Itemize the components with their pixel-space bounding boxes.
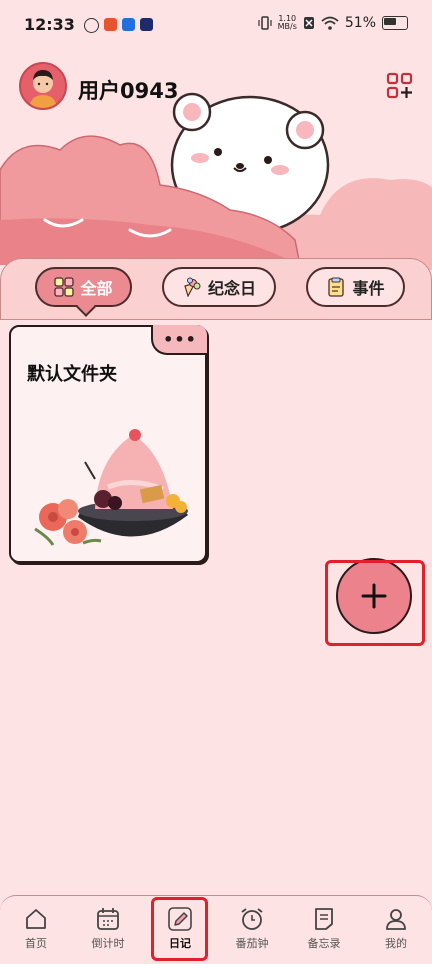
status-bar: 12:33 1.10 MB/s 51% [0, 0, 432, 52]
tab-anniversary[interactable]: 纪念日 [162, 267, 276, 307]
event-note-icon [328, 277, 345, 297]
vibrate-icon [258, 16, 272, 30]
app-notification-icon [122, 18, 135, 31]
folder-more-button[interactable]: ••• [151, 325, 207, 355]
memo-icon [315, 908, 333, 930]
tab-anniversary-label: 纪念日 [207, 279, 256, 298]
nav-memo[interactable]: 备忘录 [294, 906, 354, 956]
shaved-ice-dessert-image [34, 429, 188, 546]
home-icon [26, 909, 46, 929]
grid-icon [54, 277, 75, 297]
nav-memo-label: 备忘录 [307, 937, 341, 950]
bouquet-icon [184, 277, 201, 297]
notification-icons [84, 18, 153, 33]
calendar-icon [97, 908, 119, 930]
battery-percent: 51% [344, 15, 376, 31]
nav-home-label: 首页 [25, 937, 47, 950]
folder-card[interactable]: ••• 默认文件夹 [9, 325, 207, 563]
bear-cloud-illustration [0, 92, 432, 270]
nav-countdown-label: 倒计时 [91, 937, 125, 950]
app-notification-icon [104, 18, 117, 31]
battery-icon [382, 16, 408, 30]
nav-profile[interactable]: 我的 [366, 906, 426, 956]
wifi-icon [321, 16, 339, 30]
sim-off-icon [303, 17, 314, 29]
alarm-clock-icon [241, 908, 263, 930]
highlight-box [151, 897, 208, 961]
more-dots-icon: ••• [163, 329, 197, 349]
nav-home[interactable]: 首页 [6, 906, 66, 956]
status-right: 1.10 MB/s 51% [258, 15, 408, 31]
status-time: 12:33 [24, 15, 75, 34]
nav-pomodoro[interactable]: 番茄钟 [222, 906, 282, 956]
user-icon [386, 909, 406, 930]
category-tab-bar: 全部 纪念日 事件 [0, 258, 432, 320]
nav-profile-label: 我的 [385, 937, 407, 950]
bottom-nav: 首页 倒计时 日记 番茄钟 备忘录 我的 [0, 895, 432, 964]
net-speed: 1.10 MB/s [277, 14, 297, 31]
highlight-box [325, 560, 425, 646]
app-notification-icon [84, 18, 99, 33]
tab-events[interactable]: 事件 [306, 267, 405, 307]
nav-countdown[interactable]: 倒计时 [78, 906, 138, 956]
nav-pomodoro-label: 番茄钟 [235, 937, 269, 950]
folder-title: 默认文件夹 [27, 364, 117, 385]
tab-events-label: 事件 [352, 279, 385, 298]
tab-all[interactable]: 全部 [35, 267, 132, 307]
app-notification-icon [140, 18, 153, 31]
tab-all-label: 全部 [80, 279, 113, 298]
